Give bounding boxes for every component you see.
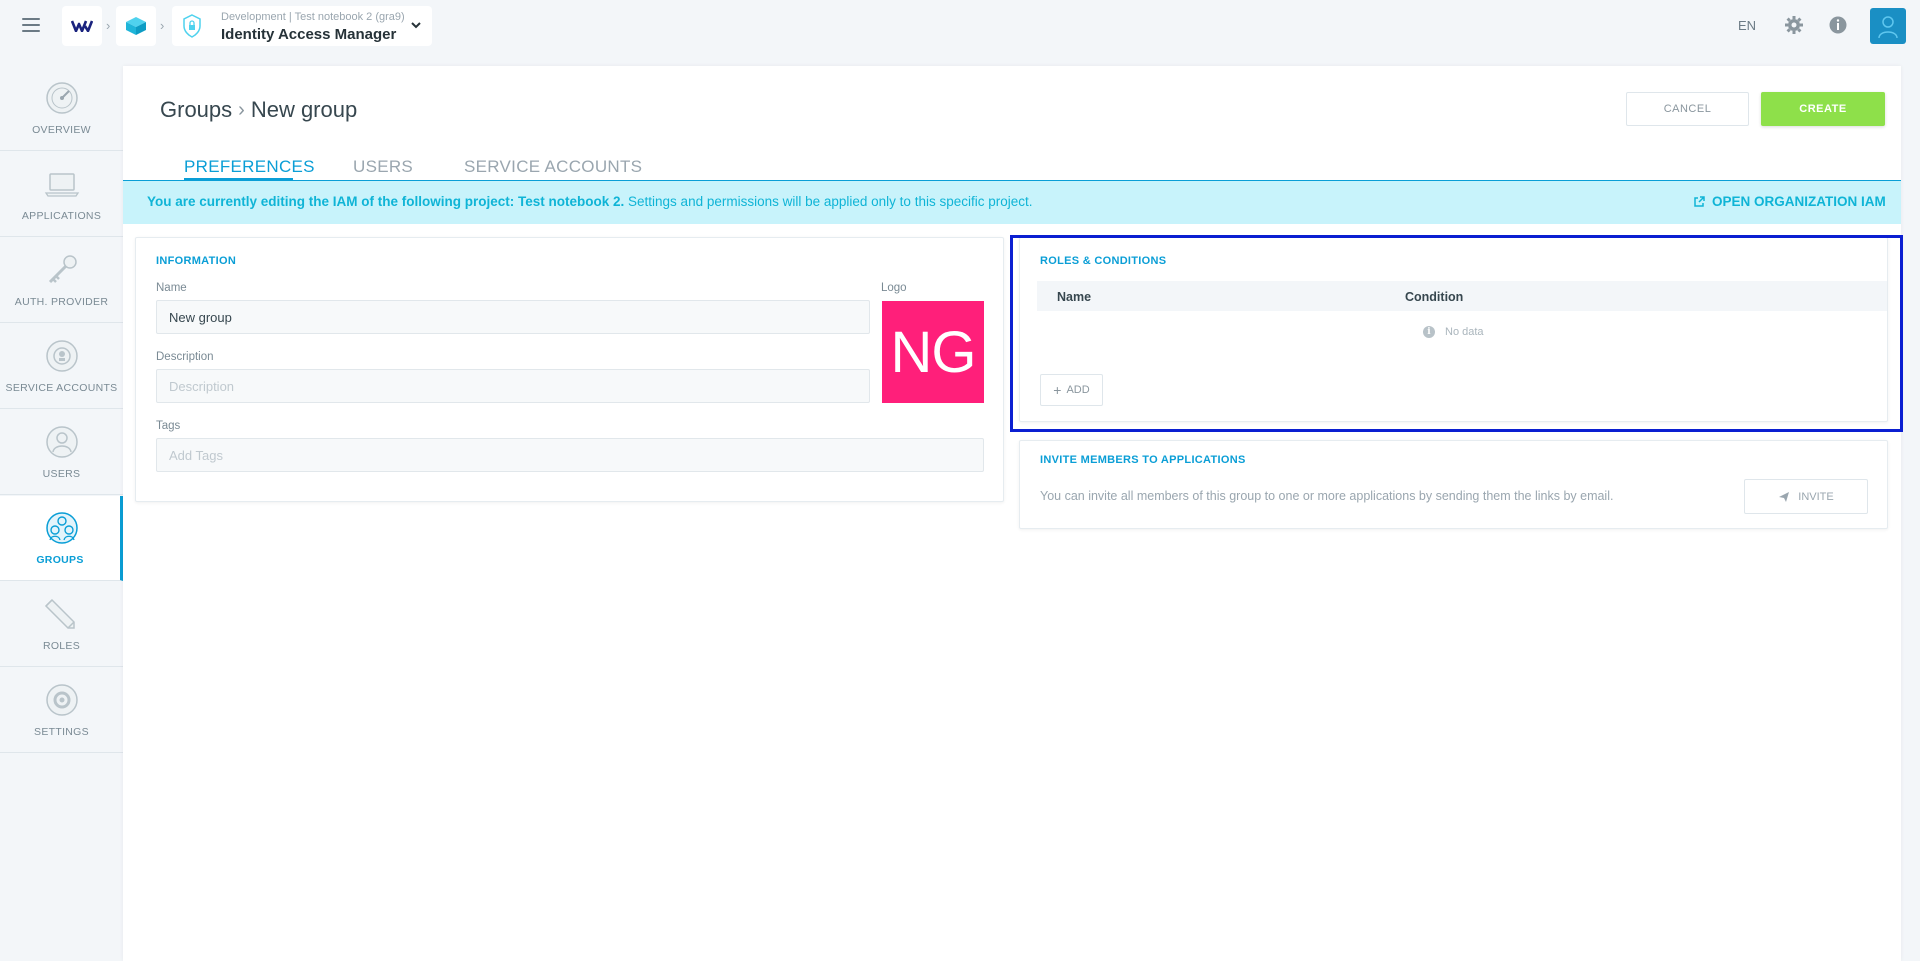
tab-service-accounts[interactable]: SERVICE ACCOUNTS bbox=[464, 157, 642, 177]
open-organization-iam-link[interactable]: OPEN ORGANIZATION IAM bbox=[1693, 194, 1886, 209]
tags-label: Tags bbox=[156, 420, 181, 432]
project-cube-button[interactable] bbox=[116, 6, 156, 46]
tags-input[interactable]: Add Tags bbox=[156, 438, 984, 472]
description-label: Description bbox=[156, 351, 214, 363]
invite-description: You can invite all members of this group… bbox=[1040, 489, 1614, 503]
sidebar-item-settings[interactable]: SETTINGS bbox=[0, 668, 123, 753]
sidebar-item-users[interactable]: USERS bbox=[0, 410, 123, 495]
user-icon bbox=[46, 426, 78, 458]
sidebar-item-label: GROUPS bbox=[36, 554, 84, 566]
project-selector[interactable]: Development | Test notebook 2 (gra9) Ide… bbox=[172, 6, 432, 46]
sidebar-item-auth-provider[interactable]: AUTH. PROVIDER bbox=[0, 238, 123, 323]
sidebar-item-service-accounts[interactable]: SERVICE ACCOUNTS bbox=[0, 324, 123, 409]
breadcrumb-separator: › bbox=[160, 18, 165, 33]
user-avatar-button[interactable] bbox=[1870, 8, 1906, 44]
banner-message: You are currently editing the IAM of the… bbox=[147, 194, 1033, 209]
name-field[interactable]: New group bbox=[156, 300, 870, 334]
info-icon: i bbox=[1423, 326, 1435, 338]
tab-users[interactable]: USERS bbox=[353, 157, 413, 177]
breadcrumb-separator: › bbox=[106, 18, 111, 33]
brand-logo-icon bbox=[71, 20, 93, 32]
invite-members-title: INVITE MEMBERS TO APPLICATIONS bbox=[1040, 454, 1246, 466]
logo-label: Logo bbox=[881, 282, 907, 294]
sidebar-item-overview[interactable]: OVERVIEW bbox=[0, 66, 123, 151]
sidebar-item-label: SETTINGS bbox=[34, 726, 89, 738]
top-bar: › › Development | Test notebook 2 (gra9)… bbox=[0, 0, 1920, 52]
breadcrumb-parent[interactable]: Groups bbox=[160, 97, 232, 123]
key-icon bbox=[48, 255, 77, 284]
chevron-down-icon bbox=[411, 22, 421, 29]
column-header-condition: Condition bbox=[1405, 290, 1464, 304]
app-title: Identity Access Manager bbox=[221, 26, 397, 43]
user-avatar-icon bbox=[1878, 16, 1898, 39]
roles-conditions-title: ROLES & CONDITIONS bbox=[1040, 255, 1167, 267]
breadcrumb-separator-icon: › bbox=[238, 98, 245, 121]
group-logo[interactable]: NG bbox=[882, 301, 984, 403]
gear-icon[interactable] bbox=[1784, 15, 1804, 35]
sidebar-item-label: ROLES bbox=[42, 640, 81, 652]
info-icon[interactable] bbox=[1828, 15, 1848, 35]
invite-button[interactable]: INVITE bbox=[1744, 479, 1868, 514]
send-icon bbox=[1779, 491, 1790, 502]
cancel-button[interactable]: CANCEL bbox=[1626, 92, 1749, 126]
sidebar-item-roles[interactable]: ROLES bbox=[0, 582, 123, 667]
iam-lock-icon bbox=[183, 14, 201, 38]
sidebar-item-label: SERVICE ACCOUNTS bbox=[5, 382, 118, 394]
brand-logo[interactable] bbox=[62, 6, 102, 46]
add-button-label: ADD bbox=[1066, 384, 1090, 396]
group-icon bbox=[46, 512, 78, 544]
information-title: INFORMATION bbox=[156, 255, 237, 267]
name-label: Name bbox=[156, 282, 187, 294]
language-selector[interactable]: EN bbox=[1738, 18, 1756, 33]
project-env-label: Development | Test notebook 2 (gra9) bbox=[221, 11, 405, 23]
invite-button-label: INVITE bbox=[1798, 490, 1834, 503]
sidebar-item-label: OVERVIEW bbox=[32, 124, 91, 136]
breadcrumb: Groups › New group bbox=[160, 97, 357, 123]
sidebar-item-label: AUTH. PROVIDER bbox=[14, 296, 109, 308]
pencil-icon bbox=[44, 598, 75, 629]
column-header-name: Name bbox=[1057, 290, 1092, 304]
plus-icon: + bbox=[1053, 382, 1062, 398]
empty-state-text: No data bbox=[1445, 326, 1484, 338]
menu-icon[interactable] bbox=[22, 18, 40, 32]
description-field[interactable]: Description bbox=[156, 369, 870, 403]
service-account-icon bbox=[46, 340, 78, 372]
sidebar: OVERVIEW APPLICATIONS AUTH. PROVIDER SER… bbox=[0, 66, 123, 756]
empty-state: i No data bbox=[1423, 326, 1484, 338]
add-role-button[interactable]: + ADD bbox=[1040, 374, 1103, 406]
external-link-icon bbox=[1694, 195, 1705, 207]
tab-preferences[interactable]: PREFERENCES bbox=[184, 157, 315, 177]
sidebar-item-applications[interactable]: APPLICATIONS bbox=[0, 152, 123, 237]
sidebar-item-groups[interactable]: GROUPS bbox=[0, 496, 123, 581]
speedometer-icon bbox=[46, 82, 78, 114]
sidebar-item-label: USERS bbox=[42, 468, 81, 480]
create-button[interactable]: CREATE bbox=[1761, 92, 1885, 126]
laptop-icon bbox=[44, 173, 80, 197]
main-panel-footer bbox=[123, 874, 1901, 961]
sidebar-item-label: APPLICATIONS bbox=[21, 210, 102, 222]
gear-icon bbox=[46, 684, 78, 716]
page-title: New group bbox=[250, 97, 358, 122]
cube-icon bbox=[126, 17, 146, 35]
